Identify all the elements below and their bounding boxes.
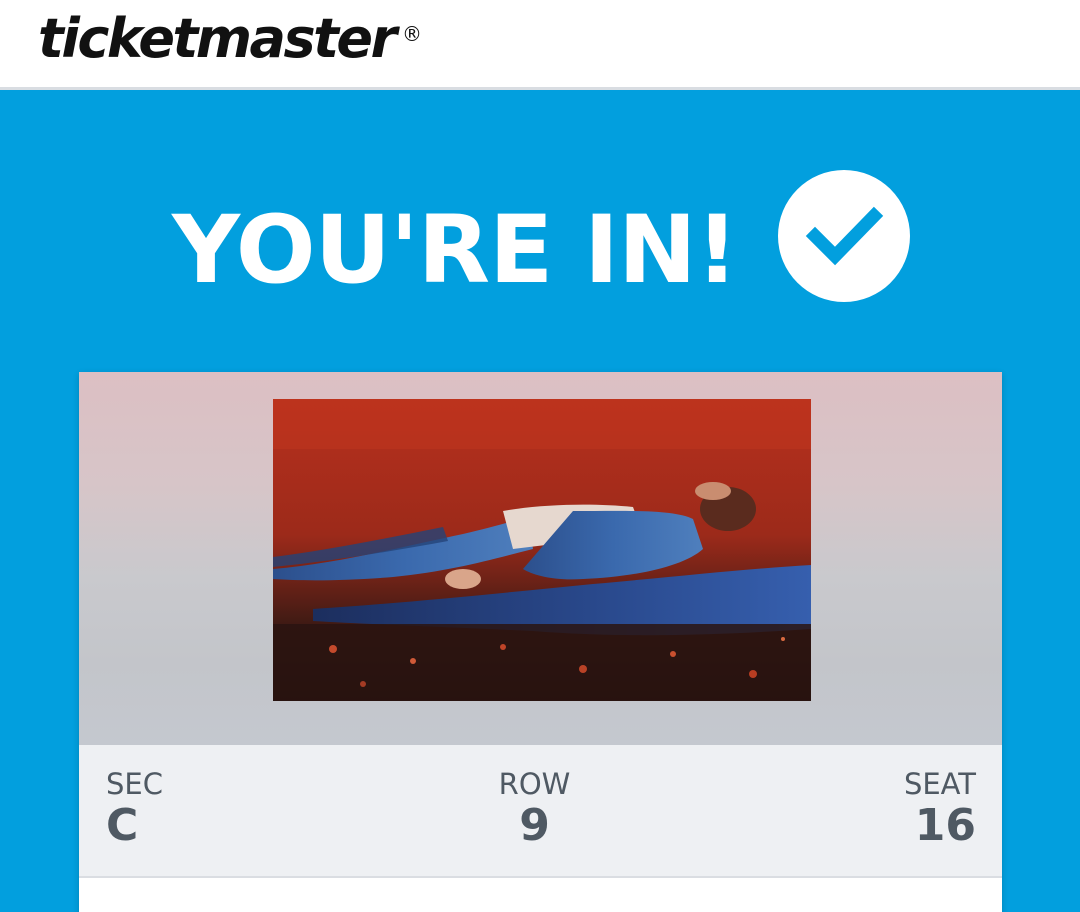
ticket-card[interactable]: SEC C ROW 9 SEAT 16 xyxy=(79,372,1002,912)
section-field: SEC C xyxy=(106,767,163,851)
event-banner xyxy=(79,372,1002,745)
seat-label: SEAT xyxy=(903,767,976,801)
ticketmaster-logo[interactable]: ticketmaster xyxy=(38,4,397,74)
seat-info-panel: SEC C ROW 9 SEAT 16 xyxy=(79,745,1002,878)
row-label: ROW xyxy=(498,767,571,801)
check-circle-icon xyxy=(778,170,910,302)
section-label: SEC xyxy=(106,767,163,801)
ticket-confirmation-page: ticketmaster ® YOU'RE IN! SEC C ROW 9 SE… xyxy=(0,0,1080,912)
row-field: ROW 9 xyxy=(441,767,628,851)
seat-value: 16 xyxy=(914,800,976,851)
row-value: 9 xyxy=(519,800,550,851)
registered-trademark: ® xyxy=(402,22,422,46)
confirmation-title: YOU'RE IN! xyxy=(172,196,739,305)
seat-field: SEAT 16 xyxy=(904,767,976,851)
checkmark-icon xyxy=(805,206,884,266)
top-header: ticketmaster ® xyxy=(0,0,1080,90)
section-value: C xyxy=(106,800,139,851)
event-artwork-image xyxy=(273,399,811,701)
event-artwork xyxy=(273,399,811,701)
